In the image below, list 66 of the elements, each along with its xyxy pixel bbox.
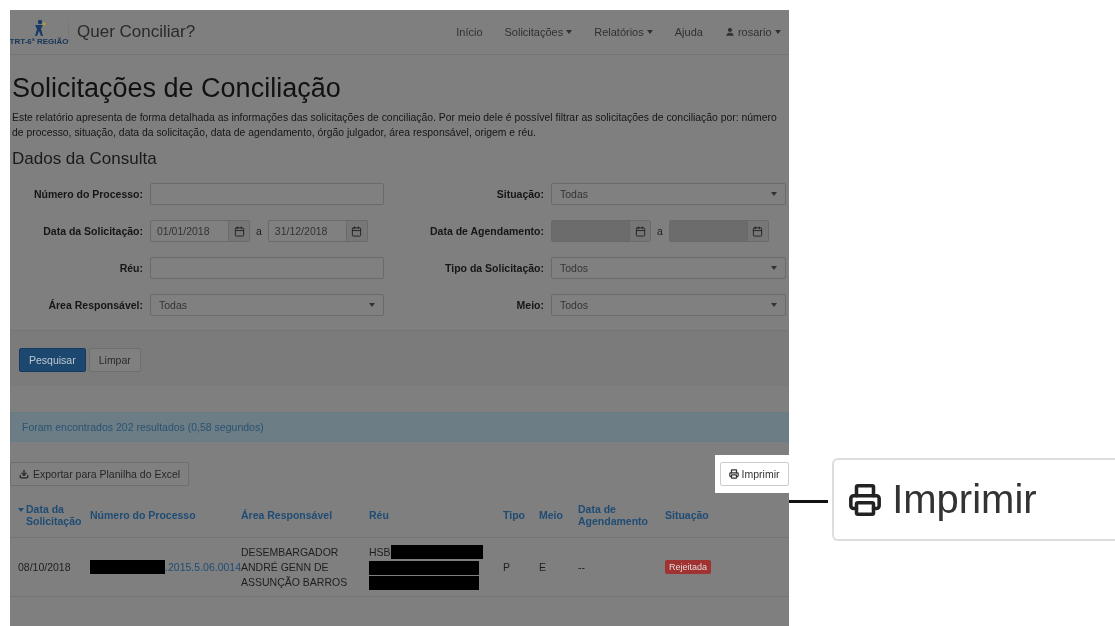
printer-icon [848,482,883,517]
select-field[interactable]: Todas [150,294,384,316]
caret-icon [566,30,573,34]
dropdown-arrow-icon [771,303,777,307]
field-label: Situação: [495,188,544,200]
calendar-icon [634,225,646,237]
caret-icon [774,30,781,34]
table-cell-text: DESEMBARGADOR ANDRÉ GENN DE ASSUNÇÃO BARROS [241,544,349,590]
field-label: Data da Solicitação: [42,225,143,237]
results-alert: Foram encontrados 202 resultados (0,58 segundos) [10,412,789,442]
user-icon [724,27,735,37]
column-header[interactable]: Tipo [503,509,539,521]
calendar-icon [351,225,363,237]
table-cell-text: P [503,559,511,575]
range-separator: a [657,225,663,237]
section-title: Dados da Consulta [12,149,158,169]
field-label: Meio: [515,299,544,311]
column-header[interactable]: Data de Agendamento [578,503,665,527]
select-field[interactable]: Todas [551,183,786,205]
column-header[interactable]: Situação [665,509,789,521]
field-label: Área Responsável: [47,299,143,311]
print-button[interactable]: Imprimir [719,462,789,486]
export-button[interactable]: Exportar para Planilha do Excel [10,462,190,486]
logo-icon [32,18,46,37]
table-cell-text: 08/10/2018 [18,559,72,575]
process-link[interactable]: .2015.5.06.0014 [90,560,241,574]
print-button-zoomed[interactable]: Imprimir [832,458,1115,541]
nav-link[interactable]: Relatórios [594,26,653,38]
field-label: Número do Processo: [32,188,143,200]
download-icon [19,469,29,479]
field-label: Tipo da Solicitação: [444,262,544,274]
calendar-icon [233,225,245,237]
nav-link[interactable]: Início [456,26,483,38]
search-button[interactable]: Pesquisar [19,348,86,372]
caret-icon [646,30,653,34]
select-field[interactable]: Todos [551,257,786,279]
dropdown-arrow-icon [771,266,777,270]
brand-title[interactable]: Quer Conciliar? [68,22,196,42]
field-label: Data de Agendamento: [429,225,544,237]
table-cell-text: E [539,559,547,575]
nav-link[interactable]: Ajuda [674,26,703,38]
date-field[interactable]: 01/01/2018 [150,220,250,242]
table-cell: HSB [369,544,391,560]
leader-line [788,500,829,503]
logo-text: TRT-6ª REGIÃO [10,36,69,46]
printer-icon [728,469,739,479]
date-field[interactable]: 31/12/2018 [267,220,368,242]
column-header[interactable]: Data da Solicitação [18,503,90,527]
dropdown-arrow-icon [771,192,777,196]
calendar-icon [752,225,764,237]
column-header[interactable]: Réu [369,509,503,521]
nav-link[interactable]: Solicitações [504,26,573,38]
status-badge: Rejeitada [665,560,712,574]
page-title: Solicitações de Conciliação [12,73,342,104]
column-header[interactable]: Número do Processo [90,509,241,521]
clear-button[interactable]: Limpar [88,348,141,372]
field-label: Réu: [118,262,143,274]
sort-caret-icon [18,508,24,512]
nav-link[interactable]: rosario [724,26,781,38]
description: Este relatório apresenta de forma detalhada as informações das solicitações de conciliação. Por meio dele é possível filtrar as solicitações de conciliação por: número de processo, situação, data da solicitação, data de agendamento, órgão julgador, área responsável, origem e réu. [12,111,778,140]
column-header[interactable]: Meio [539,509,578,521]
select-field[interactable]: Todos [551,294,786,316]
dropdown-arrow-icon [369,303,375,307]
column-header[interactable]: Área Responsável [241,509,369,521]
range-separator: a [256,225,262,237]
table-cell-text: -- [578,559,586,575]
